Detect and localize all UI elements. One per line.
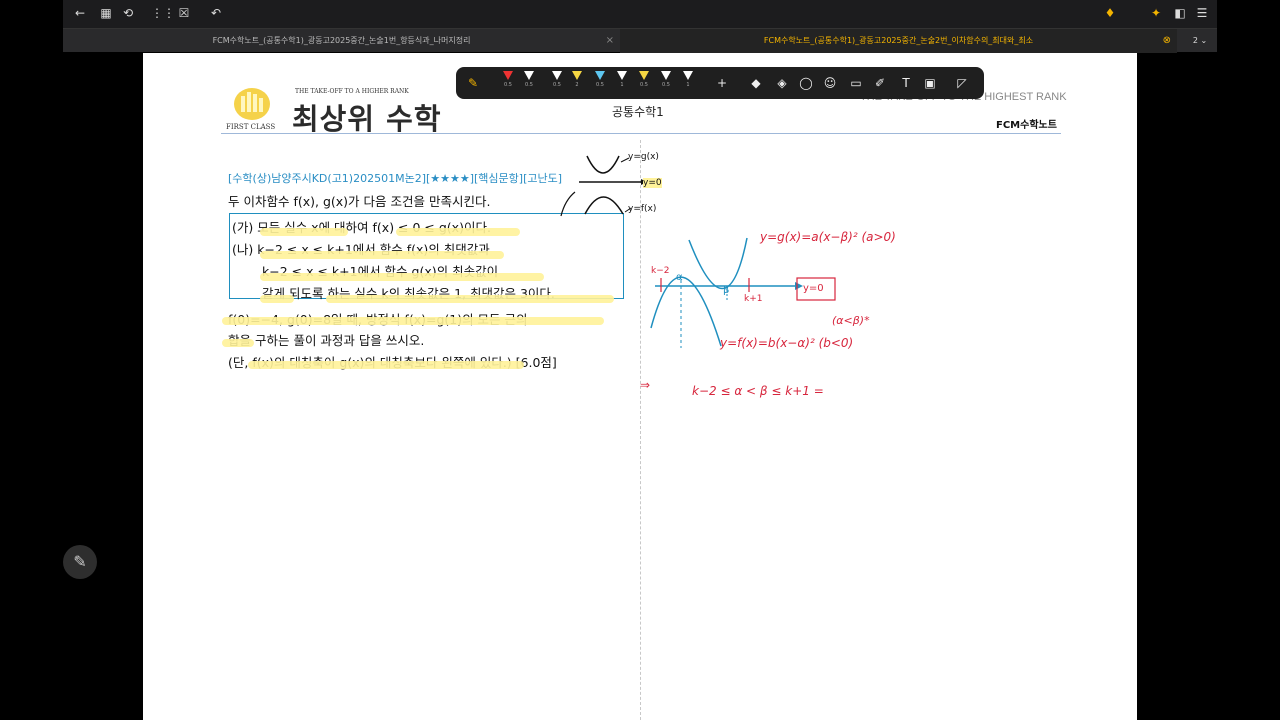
note-text: y=0 [803, 283, 824, 294]
brand-tagline: THE TAKE-OFF TO A HIGHER RANK [295, 88, 409, 95]
undo-icon[interactable]: ↶ [209, 6, 223, 20]
tab-note-1[interactable]: FCM수학노트_(공통수학1)_광동고2025중간_논술1번_항등식과_나머지정… [63, 29, 620, 53]
note-text: k+1 [744, 294, 763, 304]
menu-icon[interactable]: ☰ [1195, 6, 1209, 20]
note-text: α [676, 272, 683, 283]
laser-icon[interactable]: ✐ [872, 75, 888, 91]
pen-tool[interactable]: 1 [616, 71, 628, 93]
pen-icon: ✎ [73, 552, 87, 571]
comment-icon[interactable]: ▭ [848, 75, 864, 91]
column-divider [640, 140, 641, 720]
layout-icon[interactable]: ◧ [1173, 6, 1187, 20]
image-icon[interactable]: ▣ [922, 75, 938, 91]
pen-tool[interactable]: 0.5 [551, 71, 563, 93]
note-text: y=0 [643, 178, 662, 188]
note-text: y=f(x) [628, 204, 657, 214]
brand-title: 최상위 수학 [292, 102, 442, 136]
pen-tool[interactable]: 0.5 [660, 71, 672, 93]
tab-note-2[interactable]: FCM수학노트_(공통수학1)_광동고2025중간_논술2번_이차함수의_최대와… [620, 29, 1177, 53]
header-divider [221, 133, 1061, 134]
grid-view-icon[interactable]: ▦ [99, 6, 113, 20]
add-icon[interactable]: + [714, 75, 730, 91]
note-f-equation: y=f(x)=b(x−α)² (b<0) [720, 336, 854, 350]
pencil-icon[interactable]: ✎ [465, 75, 481, 91]
tab-label: FCM수학노트_(공통수학1)_광동고2025중간_논술1번_항등식과_나머지정… [212, 36, 471, 45]
mic-icon[interactable]: ♦ [1103, 6, 1117, 20]
eraser-icon[interactable]: ◆ [748, 75, 764, 91]
subject-title: 공통수학1 [612, 105, 664, 119]
tab-label: FCM수학노트_(공통수학1)_광동고2025중간_논술2번_이차함수의_최대와… [763, 36, 1034, 45]
sparkle-icon[interactable]: ✦ [1149, 6, 1163, 20]
note-text: (α<β)* [832, 314, 870, 327]
note-text: y=g(x) [628, 152, 659, 162]
pen-tool[interactable]: 0.5 [502, 71, 514, 93]
brand-sub: FIRST CLASS [226, 123, 276, 131]
edit-page-icon[interactable]: ☒ [177, 6, 191, 20]
apps-icon[interactable]: ⋮⋮ [151, 6, 175, 20]
pen-tool[interactable]: 0.5 [594, 71, 606, 93]
lasso-icon[interactable]: ◯ [798, 75, 814, 91]
note-arrow: ⇒ [640, 378, 651, 392]
close-icon[interactable]: ⊗ [1163, 29, 1171, 53]
drawing-toolbar: ✎ 0.5 0.5 0.5 2 0.5 1 0.5 0.5 1 + ◆ ◈ ◯ … [456, 67, 984, 99]
shapes-icon[interactable]: ◈ [774, 75, 790, 91]
back-arrow-icon[interactable]: ← [73, 6, 87, 20]
close-icon[interactable]: × [606, 29, 614, 53]
text-icon[interactable]: T [898, 75, 914, 91]
tab-count[interactable]: 2 ⌄ [1183, 29, 1217, 53]
floating-pen-button[interactable]: ✎ [63, 545, 97, 579]
rotate-icon[interactable]: ⟲ [121, 6, 135, 20]
note-text: β [723, 285, 730, 296]
note-inequality: k−2 ≤ α < β ≤ k+1 = [692, 384, 824, 398]
pen-tool[interactable]: 1 [682, 71, 694, 93]
note-g-equation: y=g(x)=a(x−β)² (a>0) [760, 230, 896, 244]
sticky-note-icon[interactable]: ◸ [954, 75, 970, 91]
fcm-label: FCM수학노트 [996, 120, 1057, 131]
pen-tool[interactable]: 0.5 [523, 71, 535, 93]
pen-tool[interactable]: 0.5 [638, 71, 650, 93]
sticker-icon[interactable]: ☺ [822, 75, 838, 91]
pen-tool[interactable]: 2 [571, 71, 583, 93]
first-class-logo [234, 88, 270, 120]
note-text: k−2 [651, 266, 670, 276]
tab-bar: FCM수학노트_(공통수학1)_광동고2025중간_논술1번_항등식과_나머지정… [63, 28, 1217, 53]
top-app-bar: ← ▦ ⟲ ⋮⋮ ☒ ↶ ♦ ✦ ◧ ☰ [63, 0, 1217, 28]
